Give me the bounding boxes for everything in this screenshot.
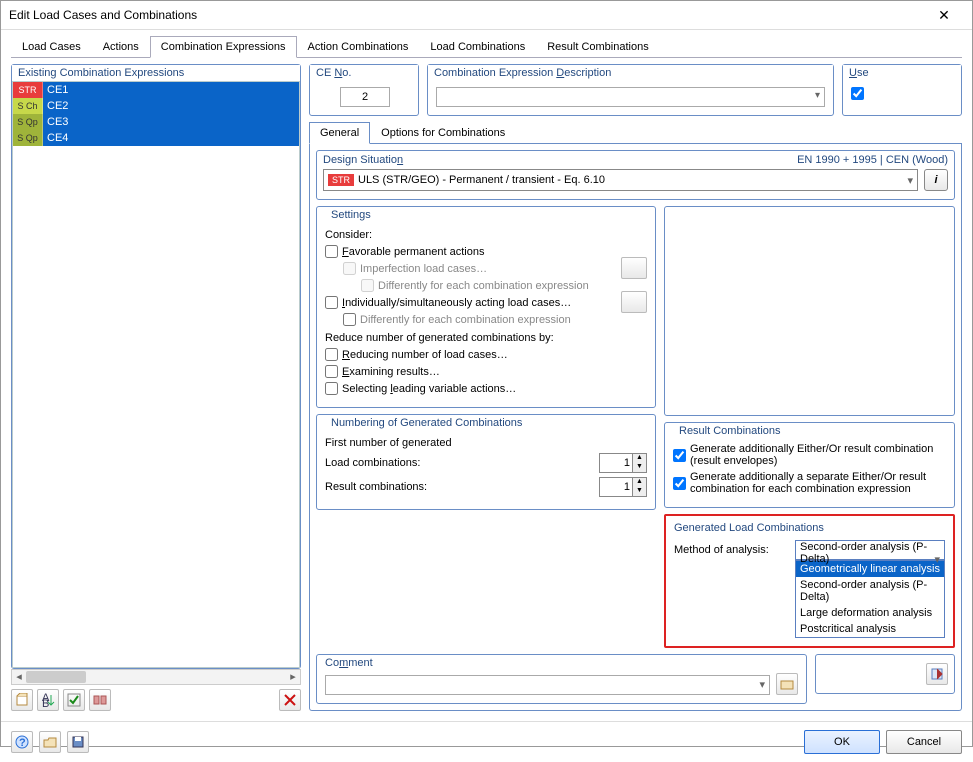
- deselect-all-button[interactable]: [89, 689, 111, 711]
- result-comb-spinner[interactable]: ▲▼: [599, 477, 647, 497]
- method-option[interactable]: Large deformation analysis: [796, 605, 944, 621]
- ce-desc-combo[interactable]: [436, 87, 825, 107]
- use-label: Use: [843, 65, 961, 81]
- ce-tag: S Qp: [13, 130, 43, 146]
- result-combinations-label: Result Combinations: [673, 423, 946, 439]
- ce-tag: S Ch: [13, 98, 43, 114]
- spin-up-icon[interactable]: ▲: [632, 454, 646, 463]
- subtab-options[interactable]: Options for Combinations: [370, 122, 516, 144]
- ce-row[interactable]: STRCE1: [13, 82, 299, 98]
- chk-gen-either-or[interactable]: [673, 449, 686, 462]
- load-comb-label: Load combinations:: [325, 457, 599, 469]
- spin-up-icon[interactable]: ▲: [632, 478, 646, 487]
- design-standard-text: EN 1990 + 1995 | CEN (Wood): [797, 154, 948, 166]
- ok-button[interactable]: OK: [804, 730, 880, 754]
- chk-selecting[interactable]: [325, 382, 338, 395]
- chk-diff-each-2[interactable]: [343, 313, 356, 326]
- method-label: Method of analysis:: [674, 544, 789, 556]
- generated-load-combinations-panel: Generated Load Combinations Method of an…: [664, 514, 955, 648]
- titlebar: Edit Load Cases and Combinations ✕: [1, 1, 972, 30]
- delete-button[interactable]: [279, 689, 301, 711]
- ce-row[interactable]: S ChCE2: [13, 98, 299, 114]
- help-button[interactable]: ?: [11, 731, 33, 753]
- horizontal-scrollbar[interactable]: ◂ ▸: [11, 669, 301, 685]
- ce-desc-label: Combination Expression Description: [428, 65, 833, 81]
- tab-load-combinations[interactable]: Load Combinations: [419, 36, 536, 58]
- chk-gen-separate[interactable]: [673, 477, 686, 490]
- close-button[interactable]: ✕: [924, 1, 964, 29]
- spin-down-icon[interactable]: ▼: [632, 487, 646, 496]
- use-checkbox[interactable]: [851, 87, 864, 100]
- numbering-label: Numbering of Generated Combinations: [325, 415, 647, 431]
- svg-text:?: ?: [19, 737, 26, 749]
- chk-reducing[interactable]: [325, 348, 338, 361]
- settings-label: Settings: [325, 207, 647, 223]
- tab-combination-expressions[interactable]: Combination Expressions: [150, 36, 297, 58]
- scroll-left-icon[interactable]: ◂: [12, 670, 26, 684]
- chk-diff-each-1: [361, 279, 374, 292]
- open-folder-button[interactable]: [39, 731, 61, 753]
- chk-imperfection: [343, 262, 356, 275]
- chk-examining[interactable]: [325, 365, 338, 378]
- reduce-header: Reduce number of generated combinations …: [325, 332, 647, 344]
- main-tabstrip: Load Cases Actions Combination Expressio…: [11, 36, 962, 58]
- method-select[interactable]: Second-order analysis (P-Delta): [795, 540, 945, 560]
- method-option[interactable]: Second-order analysis (P-Delta): [796, 577, 944, 605]
- design-info-button[interactable]: i: [924, 169, 948, 191]
- first-number-text: First number of generated: [325, 437, 647, 449]
- scroll-right-icon[interactable]: ▸: [286, 670, 300, 684]
- subtab-general[interactable]: General: [309, 122, 370, 144]
- apply-settings-button[interactable]: [926, 663, 948, 685]
- sort-button[interactable]: AB: [37, 689, 59, 711]
- imperfection-settings-button[interactable]: [621, 257, 647, 279]
- comment-pick-button[interactable]: [776, 673, 798, 695]
- tab-result-combinations[interactable]: Result Combinations: [536, 36, 660, 58]
- dialog: Edit Load Cases and Combinations ✕ Load …: [0, 0, 973, 747]
- load-comb-spinner[interactable]: ▲▼: [599, 453, 647, 473]
- scroll-thumb[interactable]: [26, 671, 86, 683]
- window-title: Edit Load Cases and Combinations: [9, 8, 924, 22]
- ce-no-input[interactable]: [340, 87, 390, 107]
- tab-actions[interactable]: Actions: [92, 36, 150, 58]
- ce-tag: STR: [13, 82, 43, 98]
- select-all-button[interactable]: [63, 689, 85, 711]
- new-ce-button[interactable]: [11, 689, 33, 711]
- individually-settings-button[interactable]: [621, 291, 647, 313]
- sub-tabstrip: General Options for Combinations: [309, 122, 962, 144]
- consider-text: Consider:: [325, 229, 647, 241]
- str-badge: STR: [328, 174, 354, 186]
- save-button[interactable]: [67, 731, 89, 753]
- ce-no-label: CE No.: [310, 65, 418, 81]
- method-option[interactable]: Postcritical analysis: [796, 621, 944, 637]
- tab-action-combinations[interactable]: Action Combinations: [297, 36, 420, 58]
- ce-row[interactable]: S QpCE3: [13, 114, 299, 130]
- chk-favorable[interactable]: [325, 245, 338, 258]
- ce-tag: S Qp: [13, 114, 43, 130]
- method-dropdown[interactable]: Geometrically linear analysis Second-ord…: [795, 560, 945, 638]
- chk-individually[interactable]: [325, 296, 338, 309]
- design-situation-select[interactable]: STR ULS (STR/GEO) - Permanent / transien…: [323, 169, 918, 191]
- existing-ce-list[interactable]: STRCE1 S ChCE2 S QpCE3 S QpCE4: [12, 81, 300, 668]
- comment-label: Comment: [325, 655, 770, 671]
- tab-load-cases[interactable]: Load Cases: [11, 36, 92, 58]
- empty-panel: [664, 206, 955, 416]
- comment-combo[interactable]: [325, 675, 770, 695]
- cancel-button[interactable]: Cancel: [886, 730, 962, 754]
- result-comb-label: Result combinations:: [325, 481, 599, 493]
- ce-row[interactable]: S QpCE4: [13, 130, 299, 146]
- spin-down-icon[interactable]: ▼: [632, 463, 646, 472]
- existing-ce-label: Existing Combination Expressions: [12, 65, 300, 81]
- glc-label: Generated Load Combinations: [674, 520, 945, 536]
- design-situation-label: Design Situation: [323, 154, 403, 166]
